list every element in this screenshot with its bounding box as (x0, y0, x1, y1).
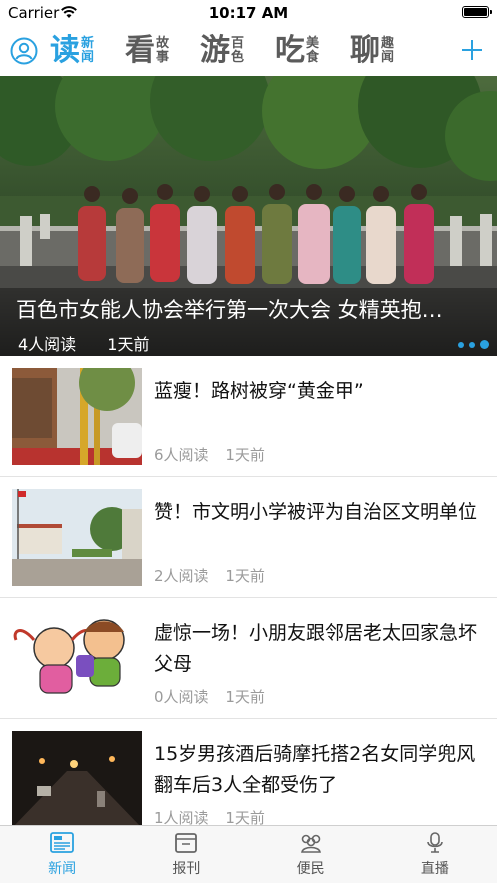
news-thumbnail (12, 489, 142, 586)
tab-watch-stories[interactable]: 看 故 事 (125, 32, 169, 70)
hero-title: 百色市女能人协会举行第一次大会 女精英抱… (16, 298, 443, 322)
carousel-dot[interactable] (469, 341, 475, 348)
bottom-tab-bar: 新闻 报刊 便民 直播 (0, 825, 497, 883)
top-nav: 读 新 闻 看 故 事 游 百 色 吃 美 食 聊 趣 闻 (0, 26, 497, 76)
news-meta: 6人阅读 1天前 (154, 444, 277, 465)
tab-tour-baise[interactable]: 游 百 色 (200, 32, 244, 70)
tab-small-bottom: 闻 (381, 50, 395, 65)
tab-small-top: 新 (81, 36, 95, 51)
tab-small-bottom: 色 (231, 50, 245, 65)
tabbar-label: 新闻 (48, 861, 77, 877)
carousel-dot-active[interactable] (480, 340, 489, 349)
tab-small-top: 故 (156, 36, 170, 51)
tabbar-label: 便民 (296, 861, 325, 877)
news-reads: 0人阅读 (154, 688, 209, 706)
news-time: 1天前 (225, 567, 265, 585)
newspaper-icon (50, 832, 75, 853)
tabbar-item-live[interactable]: 直播 (373, 826, 497, 883)
tab-big-char: 游 (200, 33, 230, 68)
news-reads: 6人阅读 (154, 446, 209, 464)
tab-small-chars: 百 色 (231, 37, 244, 65)
tab-small-chars: 趣 闻 (381, 37, 394, 65)
tab-big-char: 吃 (275, 33, 305, 68)
news-item[interactable]: 15岁男孩酒后骑摩托搭2名女同学兜风 翻车后3人全都受伤了 1人阅读 1天前 (0, 719, 497, 840)
tab-read-news[interactable]: 读 新 闻 (50, 32, 94, 70)
news-item[interactable]: 虚惊一场！小朋友跟邻居老太回家急坏父母 0人阅读 1天前 (0, 598, 497, 719)
hero-time: 1天前 (107, 335, 150, 354)
news-thumbnail (12, 731, 142, 828)
tabbar-item-newspaper[interactable]: 报刊 (124, 826, 248, 883)
tab-small-top: 趣 (381, 36, 395, 51)
battery-icon (462, 6, 492, 18)
news-title: 15岁男孩酒后骑摩托搭2名女同学兜风 翻车后3人全都受伤了 (154, 743, 476, 796)
tab-eat-food[interactable]: 吃 美 食 (275, 32, 319, 70)
news-item[interactable]: 赞！市文明小学被评为自治区文明单位 2人阅读 1天前 (0, 477, 497, 598)
news-reads: 2人阅读 (154, 567, 209, 585)
people-icon (300, 834, 321, 853)
tab-small-bottom: 食 (306, 50, 320, 65)
tabbar-item-services[interactable]: 便民 (249, 826, 373, 883)
news-meta: 0人阅读 1天前 (154, 686, 277, 707)
news-item[interactable]: 蓝瘦！路树被穿“黄金甲” 6人阅读 1天前 (0, 356, 497, 477)
tab-big-char: 读 (50, 33, 80, 68)
news-time: 1天前 (225, 446, 265, 464)
tab-chat-fun[interactable]: 聊 趣 闻 (350, 32, 394, 70)
hero-reads: 4人阅读 (18, 335, 77, 354)
hero-banner[interactable]: 百色市女能人协会举行第一次大会 女精英抱… 4人阅读 1天前 (0, 76, 497, 356)
tabbar-item-news[interactable]: 新闻 (0, 826, 124, 883)
tab-small-chars: 故 事 (156, 37, 169, 65)
carousel-indicator[interactable] (458, 340, 489, 349)
status-bar: Carrier 10:17 AM (0, 0, 497, 26)
clock: 10:17 AM (208, 4, 289, 22)
news-title: 蓝瘦！路树被穿“黄金甲” (154, 380, 364, 402)
magazine-icon (175, 833, 198, 853)
tabbar-label: 直播 (420, 861, 449, 877)
news-title: 赞！市文明小学被评为自治区文明单位 (154, 501, 478, 523)
tab-small-bottom: 闻 (81, 50, 95, 65)
tab-small-chars: 美 食 (306, 37, 319, 65)
tab-small-top: 美 (306, 36, 320, 51)
tab-big-char: 聊 (350, 33, 380, 68)
news-time: 1天前 (225, 688, 265, 706)
user-icon[interactable] (10, 37, 38, 65)
microphone-icon (427, 832, 443, 853)
carousel-dot[interactable] (458, 341, 464, 348)
hero-meta: 4人阅读 1天前 (18, 331, 175, 355)
tab-small-bottom: 事 (156, 50, 170, 65)
news-thumbnail (12, 368, 142, 465)
news-thumbnail (12, 610, 142, 707)
tab-small-top: 百 (231, 36, 245, 51)
plus-icon[interactable] (459, 37, 485, 63)
news-meta: 2人阅读 1天前 (154, 565, 277, 586)
tab-small-chars: 新 闻 (81, 37, 94, 65)
tab-big-char: 看 (125, 33, 155, 68)
tabbar-label: 报刊 (172, 861, 201, 877)
news-title: 虚惊一场！小朋友跟邻居老太回家急坏父母 (154, 622, 478, 675)
